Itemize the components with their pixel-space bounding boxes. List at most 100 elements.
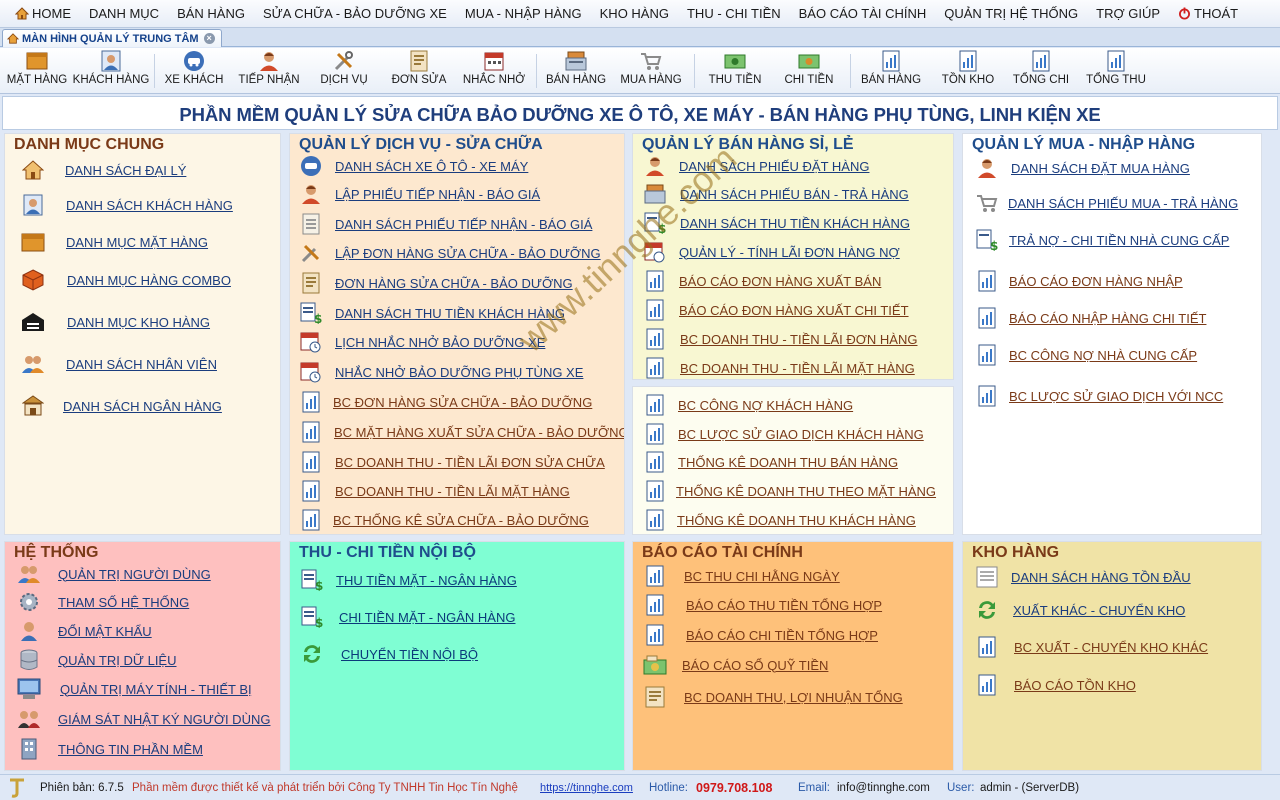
list-item-thu-tien-mat[interactable]: $ THU TIỀN MẶT - NGÂN HÀNG	[300, 568, 517, 592]
list-item-dai-ly[interactable]: DANH SÁCH ĐẠI LÝ	[21, 158, 186, 182]
list-item-bc-thu-chi-hang-ngay[interactable]: BC THU CHI HẰNG NGÀY	[643, 564, 840, 588]
list-item-bc-xuat-chuyen-kho[interactable]: BC XUẤT - CHUYỂN KHO KHÁC	[975, 635, 1208, 659]
list-item-bc-thu-tien-tong-hop[interactable]: BÁO CÁO THU TIỀN TỔNG HỢP	[643, 593, 882, 617]
list-item-label: DANH SÁCH PHIẾU BÁN - TRẢ HÀNG	[680, 186, 909, 202]
menu-home[interactable]: HOME	[6, 0, 80, 28]
list-item-quan-tri-nguoi-dung[interactable]: QUẢN TRỊ NGƯỜI DÙNG	[17, 562, 211, 586]
menu-thu-chi[interactable]: THU - CHI TIỀN	[678, 0, 790, 28]
list-item-tinh-lai-no[interactable]: QUẢN LÝ - TÍNH LÃI ĐƠN HÀNG NỢ	[643, 240, 900, 264]
list-item-phieu-dat-hang[interactable]: DANH SÁCH PHIẾU ĐẶT HÀNG	[643, 154, 869, 178]
list-item-label: QUẢN LÝ - TÍNH LÃI ĐƠN HÀNG NỢ	[679, 244, 900, 260]
website-link[interactable]: https://tinnghe.com	[540, 782, 633, 794]
list-item-phieu-mua-tra-hang[interactable]: DANH SÁCH PHIẾU MUA - TRẢ HÀNG	[975, 191, 1238, 215]
list-item-bc-doanh-thu-don-sua[interactable]: BC DOANH THU - TIỀN LÃI ĐƠN SỬA CHỮA	[299, 450, 605, 474]
list-item-bc-thong-ke[interactable]: BC THỐNG KÊ SỬA CHỮA - BẢO DƯỠNG	[299, 508, 589, 532]
list-item-bc-chi-tien-tong-hop[interactable]: BÁO CÁO CHI TIỀN TỔNG HỢP	[643, 623, 878, 647]
toolbar-tong-thu-button[interactable]: TỔNG THU	[1084, 50, 1148, 92]
list-item-dat-mua-hang[interactable]: DANH SÁCH ĐẶT MUA HÀNG	[975, 156, 1190, 180]
list-item-kho-hang[interactable]: DANH MỤC KHO HÀNG	[21, 310, 210, 334]
menu-tro-giup[interactable]: TRỢ GIÚP	[1087, 0, 1169, 28]
list-item-thu-tien-khach-hang[interactable]: $ DANH SÁCH THU TIỀN KHÁCH HÀNG	[299, 301, 565, 325]
list-item-doi-mat-khau[interactable]: ĐỔI MẬT KHẨU	[17, 619, 152, 643]
toolbar-tong-chi-button[interactable]: TỔNG CHI	[1010, 50, 1072, 92]
menu-sua-chua[interactable]: SỬA CHỮA - BẢO DƯỠNG XE	[254, 0, 456, 28]
warehouse-icon	[21, 310, 45, 334]
toolbar-don-sua-button[interactable]: ĐƠN SỬA	[390, 50, 448, 92]
list-item-nhac-nho-phu-tung[interactable]: NHẮC NHỞ BẢO DƯỠNG PHỤ TÙNG XE	[299, 360, 583, 384]
menu-kho-hang[interactable]: KHO HÀNG	[591, 0, 678, 28]
toolbar-ban-hang-report-button[interactable]: BÁN HÀNG	[858, 50, 924, 92]
panel-title: DANH MỤC CHUNG	[14, 136, 165, 153]
list-item-tk-doanh-thu-mat-hang[interactable]: THỐNG KÊ DOANH THU THEO MẶT HÀNG	[643, 479, 936, 503]
list-item-giam-sat-nhat-ky[interactable]: GIÁM SÁT NHẬT KÝ NGƯỜI DÙNG	[17, 707, 270, 731]
list-item-bc-luoc-su-kh[interactable]: BC LƯỢC SỬ GIAO DỊCH KHÁCH HÀNG	[643, 422, 924, 446]
list-item-phieu-ban-tra-hang[interactable]: DANH SÁCH PHIẾU BÁN - TRẢ HÀNG	[643, 182, 909, 206]
toolbar-xe-khach-button[interactable]: XE KHÁCH	[164, 50, 224, 92]
list-item-bc-mat-hang-xuat[interactable]: BC MẶT HÀNG XUẤT SỬA CHỮA - BẢO DƯỠNG	[299, 420, 624, 444]
list-item-bc-don-xuat-chi-tiet[interactable]: BÁO CÁO ĐƠN HÀNG XUẤT CHI TIẾT	[643, 298, 909, 322]
tab-main-screen[interactable]: MÀN HÌNH QUẢN LÝ TRUNG TÂM ×	[2, 29, 222, 47]
menu-ban-hang[interactable]: BÁN HÀNG	[168, 0, 254, 28]
toolbar-chi-tien-button[interactable]: CHI TIỀN	[780, 50, 838, 92]
list-item-chi-tien-mat[interactable]: $ CHI TIỀN MẶT - NGÂN HÀNG	[300, 605, 515, 629]
list-item-xuat-khac-chuyen-kho[interactable]: XUẤT KHÁC - CHUYỂN KHO	[975, 598, 1185, 622]
list-item-chuyen-tien-noi-bo[interactable]: CHUYỂN TIỀN NỘI BỘ	[300, 642, 478, 666]
list-item-mat-hang[interactable]: DANH MỤC MẶT HÀNG	[21, 230, 208, 254]
close-icon[interactable]: ×	[203, 33, 215, 44]
list-item-bc-don-hang-nhap[interactable]: BÁO CÁO ĐƠN HÀNG NHẬP	[975, 269, 1183, 293]
list-item-thong-tin-phan-mem[interactable]: THÔNG TIN PHẦN MỀM	[17, 737, 203, 761]
list-item-tk-doanh-thu-ban[interactable]: THỐNG KÊ DOANH THU BÁN HÀNG	[643, 450, 898, 474]
list-item-tk-doanh-thu-kh[interactable]: THỐNG KÊ DOANH THU KHÁCH HÀNG	[643, 508, 916, 532]
box-icon	[26, 50, 48, 72]
list-item-thu-tien-kh[interactable]: $ DANH SÁCH THU TIỀN KHÁCH HÀNG	[643, 211, 910, 235]
menu-thoat[interactable]: THOÁT	[1169, 0, 1247, 28]
list-item-bc-cong-no-ncc[interactable]: BC CÔNG NỢ NHÀ CUNG CẤP	[975, 343, 1197, 367]
report-chart-icon	[643, 564, 667, 588]
list-item-lap-don-hang-sua-chua[interactable]: LẬP ĐƠN HÀNG SỬA CHỮA - BẢO DƯỠNG	[299, 241, 601, 265]
list-item-bc-nhap-chi-tiet[interactable]: BÁO CÁO NHẬP HÀNG CHI TIẾT	[975, 306, 1206, 330]
list-item-nhan-vien[interactable]: DANH SÁCH NHÂN VIÊN	[21, 352, 217, 376]
list-item-quan-tri-du-lieu[interactable]: QUẢN TRỊ DỮ LIỆU	[17, 648, 177, 672]
calendar-clock-icon	[643, 240, 667, 264]
list-item-bc-doanh-thu-mat-hang[interactable]: BC DOANH THU - TIỀN LÃI MẶT HÀNG	[299, 479, 570, 503]
toolbar-nhac-nho-button[interactable]: NHẮC NHỞ	[462, 50, 526, 92]
list-item-don-hang-sua-chua[interactable]: ĐƠN HÀNG SỬA CHỮA - BẢO DƯỠNG	[299, 271, 573, 295]
toolbar-mua-hang-button[interactable]: MUA HÀNG	[618, 50, 684, 92]
list-item-may-tinh-thiet-bi[interactable]: QUẢN TRỊ MÁY TÍNH - THIẾT BỊ	[17, 677, 252, 701]
list-item-bc-luoc-su-ncc[interactable]: BC LƯỢC SỬ GIAO DỊCH VỚI NCC	[975, 384, 1223, 408]
menu-danh-muc[interactable]: DANH MỤC	[80, 0, 168, 28]
list-item-bc-cong-no-kh[interactable]: BC CÔNG NỢ KHÁCH HÀNG	[643, 393, 853, 417]
list-item-tra-no-ncc[interactable]: $ TRẢ NỢ - CHI TIỀN NHÀ CUNG CẤP	[975, 228, 1229, 252]
menu-bao-cao[interactable]: BÁO CÁO TÀI CHÍNH	[790, 0, 936, 28]
list-item-bc-ton-kho[interactable]: BÁO CÁO TỒN KHO	[975, 673, 1136, 697]
toolbar-khach-hang-button[interactable]: KHÁCH HÀNG	[73, 50, 149, 92]
menu-mua-nhap[interactable]: MUA - NHẬP HÀNG	[456, 0, 591, 28]
menu-quan-tri[interactable]: QUẢN TRỊ HỆ THỐNG	[935, 0, 1087, 28]
list-item-bc-doanh-thu-don[interactable]: BC DOANH THU - TIỀN LÃI ĐƠN HÀNG	[643, 327, 917, 351]
list-item-ngan-hang[interactable]: DANH SÁCH NGÂN HÀNG	[21, 394, 222, 418]
list-item-bc-don-hang[interactable]: BC ĐƠN HÀNG SỬA CHỮA - BẢO DƯỠNG	[299, 390, 592, 414]
toolbar-thu-tien-button[interactable]: THU TIỀN	[704, 50, 766, 92]
list-item-bc-doanh-thu-loi-nhuan[interactable]: BC DOANH THU, LỢI NHUẬN TỔNG	[643, 685, 903, 709]
list-item-lap-phieu-tiep-nhan[interactable]: LẬP PHIẾU TIẾP NHẬN - BÁO GIÁ	[299, 182, 540, 206]
list-item-tham-so[interactable]: THAM SỐ HỆ THỐNG	[17, 590, 189, 614]
list-item-ds-phieu-tiep-nhan[interactable]: DANH SÁCH PHIẾU TIẾP NHẬN - BÁO GIÁ	[299, 212, 592, 236]
receptionist-icon	[975, 156, 999, 180]
list-item-khach-hang[interactable]: DANH SÁCH KHÁCH HÀNG	[21, 193, 233, 217]
list-item-bc-doanh-thu-mat-hang[interactable]: BC DOANH THU - TIỀN LÃI MẶT HÀNG	[643, 356, 915, 379]
list-item-hang-ton-dau[interactable]: DANH SÁCH HÀNG TỒN ĐẦU	[975, 565, 1191, 589]
toolbar-tiep-nhan-button[interactable]: TIẾP NHẬN	[236, 50, 302, 92]
list-item-hang-combo[interactable]: DANH MỤC HÀNG COMBO	[21, 268, 231, 292]
computer-icon	[17, 677, 41, 701]
list-item-bc-don-xuat-ban[interactable]: BÁO CÁO ĐƠN HÀNG XUẤT BÁN	[643, 269, 881, 293]
toolbar-mat-hang-button[interactable]: MẶT HÀNG	[7, 50, 67, 92]
list-item-label: DANH SÁCH PHIẾU ĐẶT HÀNG	[679, 158, 870, 174]
list-item-bc-so-quy-tien[interactable]: BÁO CÁO SỔ QUỸ TIỀN	[643, 653, 828, 677]
toolbar-dich-vu-button[interactable]: DỊCH VỤ	[316, 50, 372, 92]
toolbar-ban-hang-button[interactable]: BÁN HÀNG	[544, 50, 608, 92]
panel-title: QUẢN LÝ DỊCH VỤ - SỬA CHỮA	[299, 136, 543, 153]
report-chart-icon	[643, 450, 667, 474]
toolbar-ton-kho-button[interactable]: TỒN KHO	[938, 50, 998, 92]
list-item-danh-sach-xe[interactable]: DANH SÁCH XE Ô TÔ - XE MÁY	[299, 154, 528, 178]
list-item-lich-nhac-nho[interactable]: LỊCH NHẮC NHỞ BẢO DƯỠNG XE	[299, 330, 545, 354]
